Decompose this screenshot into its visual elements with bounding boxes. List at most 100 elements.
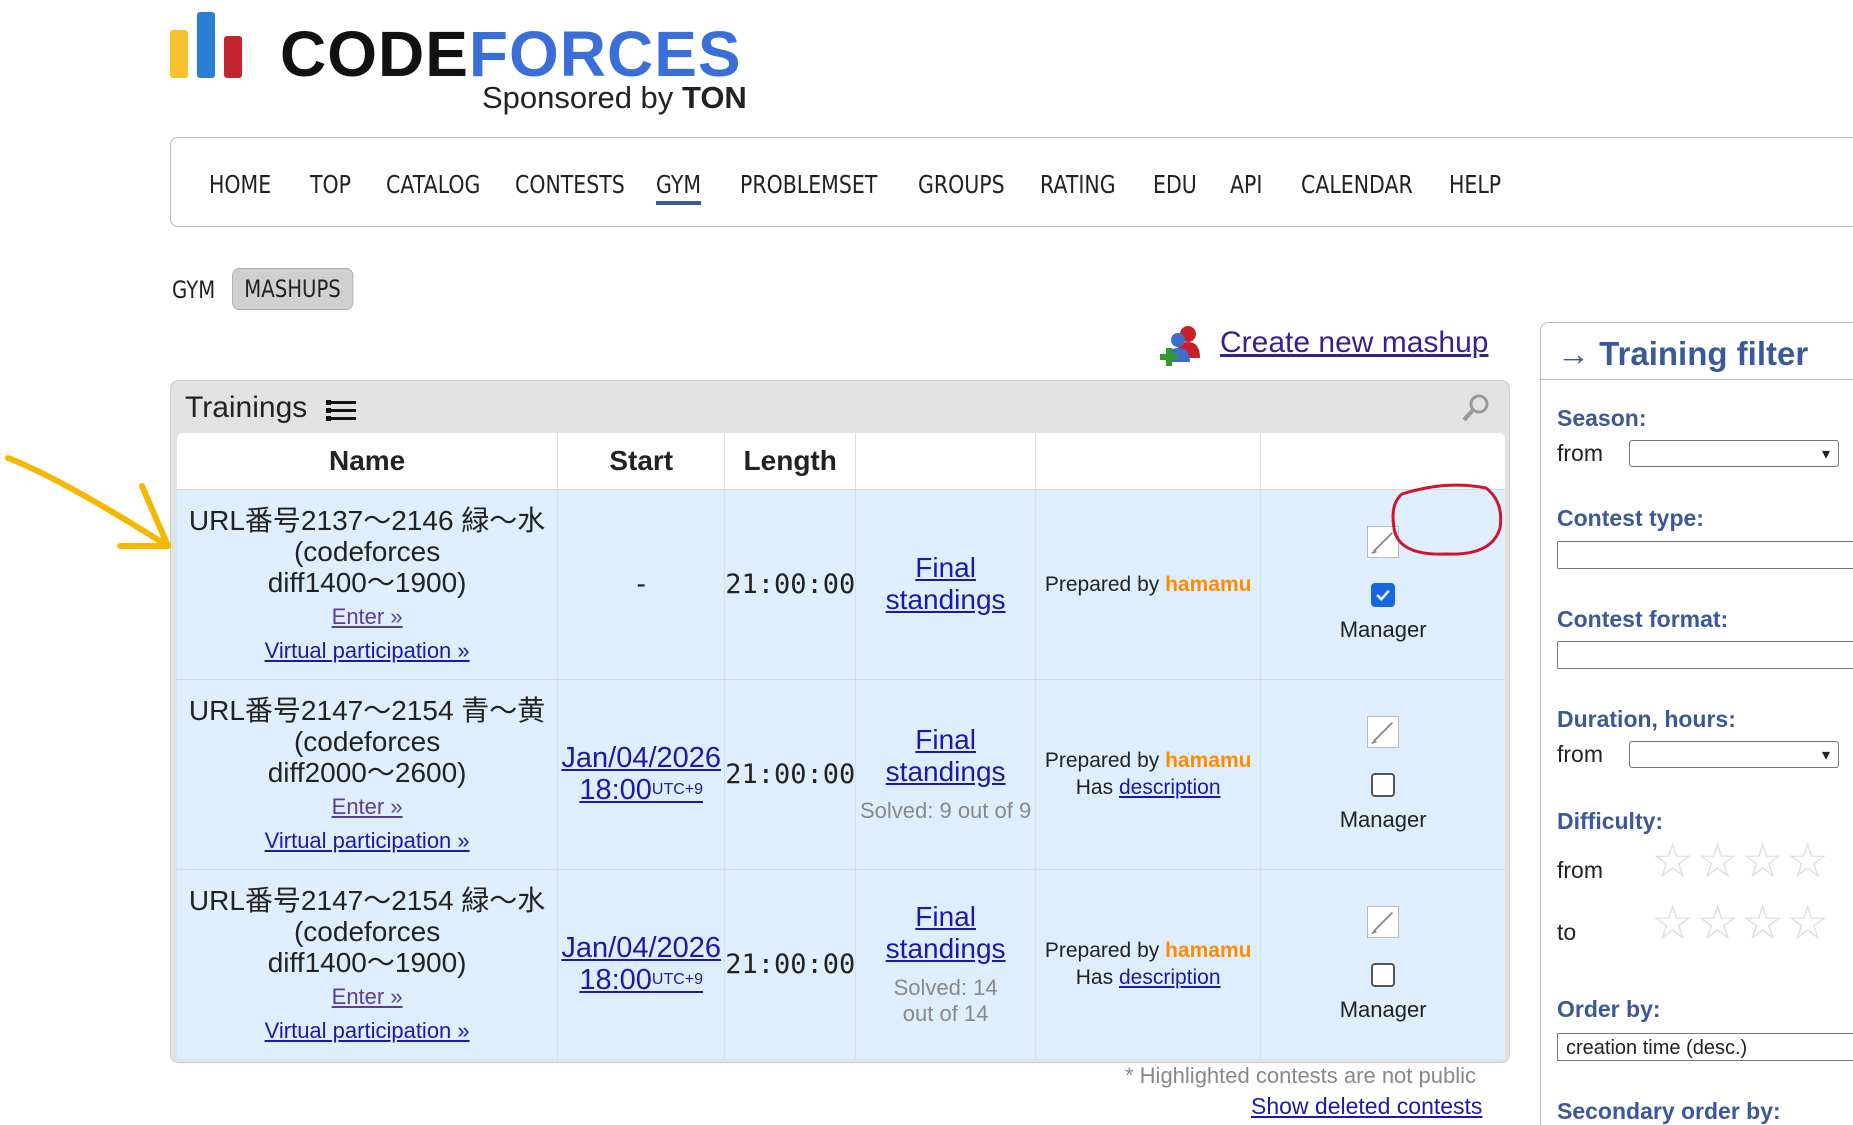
search-icon[interactable]	[1461, 393, 1491, 423]
season-label: Season:	[1557, 405, 1647, 431]
manager-checkbox[interactable]	[1371, 582, 1396, 607]
list-icon[interactable]	[326, 399, 356, 423]
virtual-participation-link[interactable]: Virtual participation »	[177, 1018, 557, 1044]
length-value: 21:00:00	[725, 568, 856, 600]
manager-checkbox[interactable]	[1371, 962, 1396, 987]
length-cell: 21:00:00	[724, 678, 857, 869]
has-description: Has description	[1075, 776, 1221, 799]
training-name-line2: (codeforces	[293, 535, 441, 567]
author-link[interactable]: hamamu	[1165, 749, 1251, 772]
solved-count: Solved: 9 out of 9	[859, 798, 1032, 823]
annotation-circle-icon	[1391, 483, 1503, 556]
nav-api[interactable]: API	[1230, 170, 1262, 199]
filter-title[interactable]: → Training filter	[1557, 335, 1808, 373]
manager-checkbox[interactable]	[1371, 772, 1396, 797]
info-cell: Prepared by hamamu	[1035, 488, 1262, 679]
standings-cell: Final standings Solved: 14 out of 14	[855, 868, 1036, 1059]
info-cell: Prepared by hamamu Has description	[1035, 678, 1262, 869]
enter-link[interactable]: Enter »	[177, 794, 557, 820]
edit-icon[interactable]	[1367, 715, 1400, 748]
codeforces-logo[interactable]: CODEFORCES Sponsored by TON	[170, 12, 750, 122]
prepared-by: Prepared by hamamu	[1044, 939, 1252, 963]
logo-sponsor: Sponsored by TON	[482, 80, 747, 115]
prepared-by: Prepared by hamamu	[1044, 572, 1252, 596]
show-deleted-contests-link[interactable]: Show deleted contests	[1251, 1093, 1482, 1120]
create-mashup-link[interactable]: Create new mashup	[1220, 326, 1488, 360]
nav-top[interactable]: TOP	[310, 170, 351, 199]
virtual-participation-link[interactable]: Virtual participation »	[177, 828, 557, 854]
manager-label: Manager	[1339, 806, 1427, 832]
nav-groups[interactable]: GROUPS	[918, 170, 1005, 199]
start-cell: Jan/04/2026 18:00UTC+9	[557, 868, 726, 1059]
enter-link[interactable]: Enter »	[177, 604, 557, 630]
nav-edu[interactable]: EDU	[1153, 170, 1197, 199]
difficulty-from-stars[interactable]: ☆☆☆☆	[1651, 833, 1831, 889]
description-link[interactable]: description	[1119, 776, 1221, 799]
start-cell: Jan/04/2026 18:00UTC+9	[557, 678, 726, 869]
manager-cell: Manager	[1260, 678, 1505, 869]
nav-home[interactable]: HOME	[209, 170, 271, 199]
length-value: 21:00:00	[725, 948, 856, 980]
nav-gym[interactable]: GYM	[656, 170, 702, 205]
logo-wordmark: CODEFORCES	[280, 18, 742, 90]
edit-icon[interactable]	[1367, 905, 1400, 938]
training-name-cell: URL番号2137～2146 緑～水 (codeforces diff1400～…	[177, 488, 559, 679]
final-standings-link[interactable]: Final standings	[886, 552, 1006, 615]
nav-help[interactable]: HELP	[1449, 170, 1501, 199]
standings-cell: Final standings Solved: 9 out of 9	[855, 678, 1036, 869]
table-row: URL番号2147～2154 緑～水 (codeforces diff1400～…	[177, 868, 1505, 1059]
contest-format-label: Contest format:	[1557, 606, 1729, 632]
author-link[interactable]: hamamu	[1165, 939, 1251, 962]
add-user-icon	[1160, 326, 1200, 366]
has-description: Has description	[1075, 966, 1221, 990]
season-from-label: from	[1557, 440, 1603, 466]
contest-type-input[interactable]	[1557, 541, 1853, 569]
column-standings	[855, 433, 1036, 489]
start-date-link[interactable]: Jan/04/2026 18:00UTC+9	[561, 932, 721, 996]
manager-cell: Manager	[1260, 868, 1505, 1059]
duration-from-select[interactable]: ▾	[1629, 741, 1839, 768]
column-start: Start	[557, 433, 726, 489]
length-cell: 21:00:00	[724, 868, 857, 1059]
author-link[interactable]: hamamu	[1165, 573, 1251, 596]
training-name: URL番号2147～2154 緑～水	[188, 884, 546, 916]
filter-divider	[1541, 379, 1853, 380]
nav-contests[interactable]: CONTESTS	[515, 170, 625, 199]
trainings-panel: Trainings Name Start Length URL番号2137～21…	[170, 380, 1510, 1063]
highlighted-note: * Highlighted contests are not public	[1125, 1063, 1476, 1088]
nav-calendar[interactable]: CALENDAR	[1301, 170, 1413, 199]
start-cell: -	[557, 488, 726, 679]
training-name-cell: URL番号2147～2154 青～黄 (codeforces diff2000～…	[177, 678, 559, 869]
contest-format-input[interactable]	[1557, 641, 1853, 669]
training-name-line2: (codeforces	[293, 915, 441, 947]
season-from-select[interactable]: ▾	[1629, 440, 1839, 467]
nav-rating[interactable]: RATING	[1040, 170, 1116, 199]
secondary-order-label: Secondary order by:	[1557, 1098, 1781, 1124]
final-standings-link[interactable]: Final standings	[886, 901, 1006, 964]
nav-problemset[interactable]: PROBLEMSET	[740, 170, 877, 199]
start-date-link[interactable]: Jan/04/2026 18:00UTC+9	[561, 742, 721, 806]
standings-cell: Final standings	[855, 488, 1036, 679]
final-standings-link[interactable]: Final standings	[886, 724, 1006, 787]
contest-type-label: Contest type:	[1557, 505, 1704, 531]
table-header: Name Start Length	[177, 433, 1505, 489]
enter-link[interactable]: Enter »	[177, 984, 557, 1010]
description-link[interactable]: description	[1119, 966, 1221, 989]
difficulty-from-label: from	[1557, 857, 1603, 883]
training-name-line2: (codeforces	[293, 725, 441, 757]
nav-catalog[interactable]: CATALOG	[386, 170, 480, 199]
solved-count: Solved: 14 out of 14	[893, 975, 998, 1027]
training-filter: → Training filter Season: from ▾ Contest…	[1540, 322, 1853, 1125]
info-cell: Prepared by hamamu Has description	[1035, 868, 1262, 1059]
column-length: Length	[724, 433, 857, 489]
order-by-select[interactable]: creation time (desc.)	[1557, 1033, 1853, 1061]
subtab-mashups[interactable]: MASHUPS	[232, 268, 354, 310]
virtual-participation-link[interactable]: Virtual participation »	[177, 638, 557, 664]
difficulty-to-stars[interactable]: ☆☆☆☆	[1651, 895, 1831, 951]
table-row: URL番号2147～2154 青～黄 (codeforces diff2000～…	[177, 678, 1505, 869]
annotation-arrow-icon	[5, 455, 171, 549]
length-value: 21:00:00	[725, 758, 856, 790]
trainings-table: Name Start Length URL番号2137～2146 緑～水 (co…	[177, 433, 1505, 1059]
subtab-gym[interactable]: GYM	[172, 276, 215, 304]
manager-label: Manager	[1339, 996, 1427, 1022]
